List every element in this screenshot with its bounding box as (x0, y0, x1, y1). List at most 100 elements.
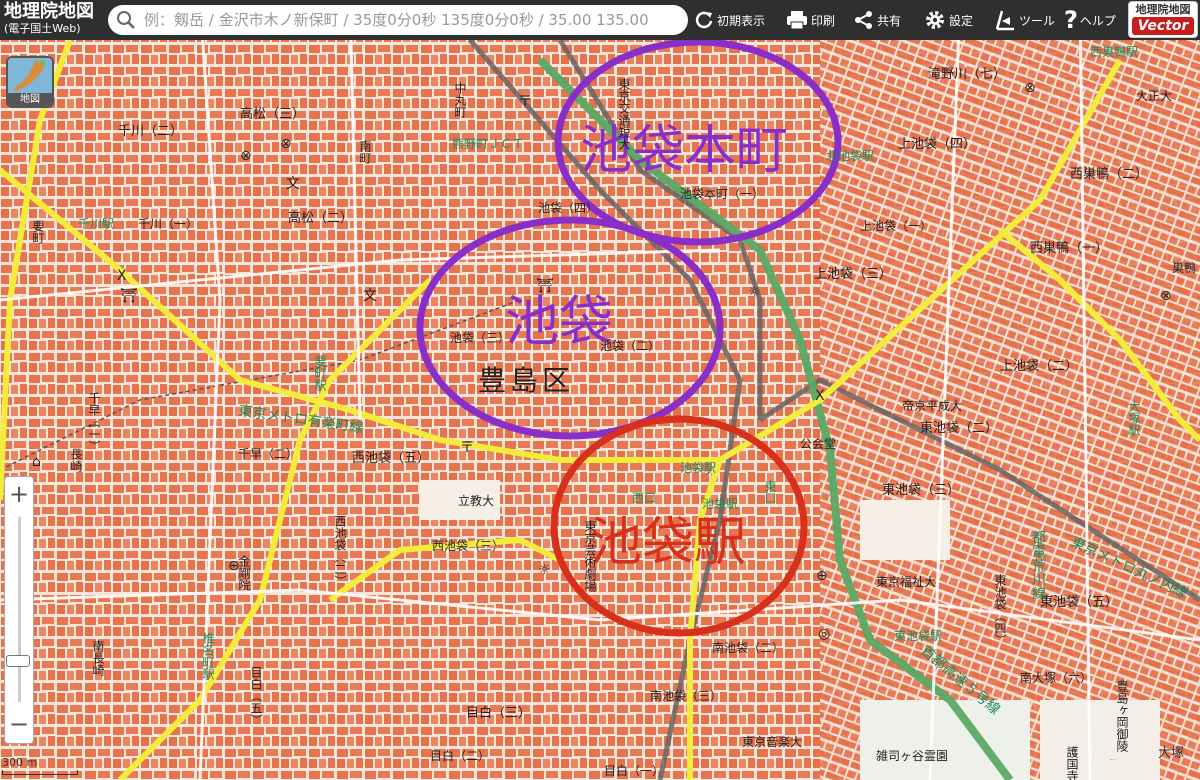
place-label: 南長崎 (91, 639, 105, 676)
place-label: 東池袋（三） (882, 482, 960, 498)
annotation-ikebukuro: 池袋 (505, 290, 613, 353)
printer-icon (787, 11, 807, 30)
vector-map-button[interactable]: 地理院地図 Vector (1128, 1, 1198, 38)
place-label: 西巣鴨（二） (1070, 167, 1148, 182)
help-button[interactable]: ? ヘルプ (1064, 0, 1116, 40)
place-label: 公会堂 (800, 437, 836, 451)
place-label: 立教大 (458, 493, 494, 508)
map-corner-label: 大塚 (1158, 746, 1185, 761)
app-subtitle: (電子国土Web) (4, 22, 81, 35)
zoom-slider-track[interactable] (18, 517, 21, 702)
place-label: 南町 (358, 139, 372, 164)
symbol-police-icon: X (815, 388, 825, 404)
place-label: 池袋本町（一） (680, 187, 764, 201)
share-icon (855, 11, 872, 29)
place-label: 西池袋（三） (432, 539, 504, 553)
tools-button[interactable]: ツール (994, 0, 1055, 40)
help-icon: ? (1064, 6, 1078, 34)
place-label: 上池袋（三） (814, 267, 892, 282)
map-district-east (820, 0, 1200, 780)
print-button[interactable]: 印刷 (786, 0, 835, 40)
symbol-temple-icon: ⊗ (1160, 288, 1172, 304)
place-label: 千早（一） (87, 392, 101, 452)
symbol-police-icon: X (117, 268, 127, 284)
search-icon[interactable] (116, 10, 136, 30)
zoom-out-button[interactable]: − (5, 709, 33, 739)
place-label: 西池袋（五） (352, 451, 430, 466)
place-label: 南池袋（二） (712, 640, 784, 655)
symbol-hospital-icon: ⊕ (228, 558, 240, 574)
annotation-ikebukuro-honcho: 池袋本町 (580, 121, 788, 181)
zoom-control: + − (4, 476, 34, 744)
place-label: 高松（二） (288, 210, 353, 226)
place-label: 東池袋（五） (1040, 594, 1118, 610)
place-label: 椎名町駅 (201, 631, 215, 681)
tools-icon (995, 10, 1014, 31)
place-label: 護国寺 (1065, 745, 1079, 780)
app-title: 地理院地図 (4, 1, 94, 22)
place-label: 熊野町ＪＣＴ (452, 136, 524, 151)
place-label: 巣鴨 (1172, 261, 1196, 275)
symbol-shrine-icon: ⛩ (536, 278, 554, 294)
place-label: 上池袋（四） (898, 137, 976, 152)
place-label: 大塚駅 (1127, 400, 1141, 437)
symbol-temple-icon: ⊗ (1024, 80, 1036, 96)
symbol-factory-icon: ☼ (748, 284, 761, 300)
place-label: 中丸町 (453, 81, 467, 118)
layer-map-button[interactable]: 地図 (6, 56, 54, 108)
search-box (108, 5, 688, 35)
place-label: 北池袋駅 (826, 149, 874, 163)
zoom-in-button[interactable]: + (5, 479, 33, 509)
place-label: 目白（三） (466, 705, 531, 721)
scale-label: 300 m (2, 756, 38, 769)
gear-icon (926, 11, 944, 29)
place-label: 池袋駅 (680, 461, 716, 475)
map-canvas[interactable]: 池袋本町 池袋 池袋駅 豊島区 千川（二） 高松（三） 南町 熊野町ＪＣＴ 池袋… (0, 0, 1200, 780)
place-label: 豊島ヶ岡御陵 (1115, 680, 1129, 752)
settings-button[interactable]: 設定 (924, 0, 973, 40)
settings-label: 設定 (949, 13, 974, 28)
place-label: 東京芸術劇場 (583, 520, 597, 593)
place-label: 南大塚（六） (1020, 670, 1092, 685)
vector-label-bottom: Vector (1132, 17, 1194, 35)
scale-bar-line (2, 770, 78, 775)
place-label: 目白（五） (249, 666, 263, 726)
zoom-slider-handle[interactable] (6, 655, 30, 668)
help-label: ヘルプ (1079, 13, 1116, 28)
open-area (860, 500, 950, 560)
symbol-post-icon: 〒 (460, 440, 474, 456)
refresh-icon (695, 11, 713, 29)
place-label: 滝野川（七） (928, 67, 1006, 82)
place-label: 要町 (31, 220, 45, 244)
symbol-temple-icon: ⊗ (280, 136, 292, 152)
place-label: 千早（二） (238, 447, 298, 461)
header-bar: 地理院地図 (電子国土Web) 初期表示 印刷 共有 (0, 0, 1200, 40)
symbol-factory-icon: ☼ (538, 562, 551, 578)
place-label: 雑司ヶ谷霊園 (876, 748, 948, 763)
annotation-ikebukuro-station: 池袋駅 (590, 513, 746, 573)
symbol-shrine-icon: ⛩ (120, 288, 138, 304)
place-label: 西巣鴨（一） (1030, 241, 1108, 256)
place-label: 池袋駅 (702, 497, 738, 511)
place-label: 西巣鴨駅 (1090, 45, 1138, 59)
search-input[interactable] (142, 5, 686, 35)
layer-map-label: 地図 (8, 93, 52, 106)
place-label: 千川（二） (118, 124, 183, 139)
place-label: 大正大 (1136, 89, 1172, 103)
place-label: 東池袋（四） (993, 574, 1007, 646)
place-label: 東池袋駅 (894, 629, 942, 643)
place-label: 上池袋（一） (860, 219, 932, 233)
place-label: 東京交通短大 (617, 78, 631, 150)
app-brand[interactable]: 地理院地図 (電子国土Web) (4, 2, 94, 36)
place-label: 池袋（二） (600, 339, 660, 353)
place-label: 東京音楽大 (742, 734, 802, 749)
share-button[interactable]: 共有 (854, 0, 901, 40)
scale-bar: 300 m (2, 756, 78, 775)
symbol-school-icon: 文 (363, 288, 377, 304)
japan-map-icon (8, 58, 52, 96)
symbol-gov-icon: ⌂ (32, 454, 41, 470)
tools-label: ツール (1019, 13, 1056, 28)
place-label: 都電荒川線 (1030, 530, 1046, 600)
share-label: 共有 (877, 13, 902, 28)
reset-view-button[interactable]: 初期表示 (694, 0, 765, 40)
